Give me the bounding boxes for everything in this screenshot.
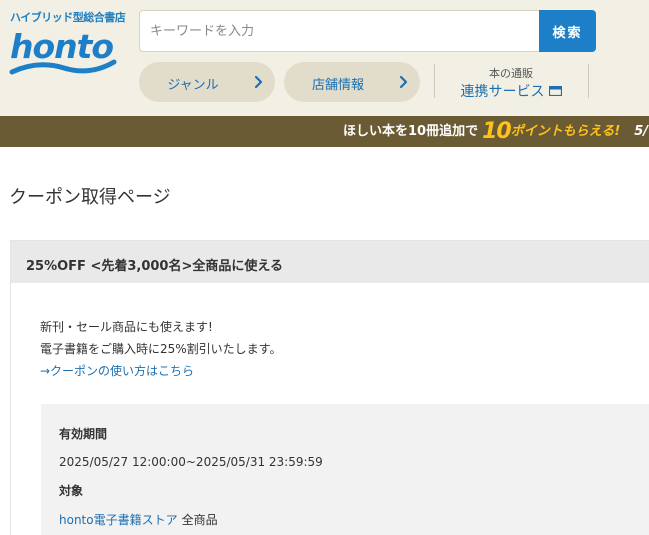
search-button[interactable]: 検索 — [539, 10, 596, 52]
promo-text: ほしい本を10冊追加で 10ポイントもらえる! 5/ — [343, 119, 649, 144]
coupon-title: 25%OFF <先着3,000名>全商品に使える — [26, 259, 283, 274]
coupon-description-line2: 電子書籍をご購入時に25%割引いたします。 — [40, 342, 282, 356]
coupon-howto-link[interactable]: →クーポンの使い方はこちら — [40, 362, 194, 379]
linked-service-caption: 本の通販 — [489, 67, 533, 80]
coupon-header: 25%OFF <先着3,000名>全商品に使える — [11, 241, 649, 283]
logo-text: honto — [10, 27, 113, 66]
linked-service-label: 連携サービス — [460, 84, 545, 100]
coupon-details: 有効期間 2025/05/27 12:00:00~2025/05/31 23:5… — [41, 404, 649, 535]
coupon-description-line1: 新刊・セール商品にも使えます! — [40, 320, 213, 334]
page-title: クーポン取得ページ — [9, 187, 171, 208]
target-scope: 全商品 — [181, 513, 218, 527]
genre-label: ジャンル — [167, 78, 219, 93]
chevron-right-icon — [399, 75, 408, 89]
window-icon — [548, 85, 562, 97]
validity-period-label: 有効期間 — [59, 427, 108, 441]
nav-divider — [434, 64, 435, 98]
search-input[interactable] — [139, 10, 540, 52]
store-info-label: 店舗情報 — [311, 78, 364, 93]
target-value: honto電子書籍ストア 全商品 — [59, 511, 218, 528]
ebook-store-link[interactable]: honto電子書籍ストア — [59, 513, 178, 527]
promo-banner[interactable]: ほしい本を10冊追加で 10ポイントもらえる! 5/ — [0, 116, 649, 147]
genre-menu-button[interactable]: ジャンル — [139, 62, 275, 102]
linked-service-link[interactable]: 連携サービス — [444, 81, 578, 101]
chevron-right-icon — [254, 75, 263, 89]
promo-prefix: ほしい本を10冊追加で — [343, 124, 479, 139]
promo-highlight: ポイントもらえる! — [510, 124, 621, 139]
promo-date: 5/ — [634, 124, 649, 139]
honto-logo[interactable]: honto — [8, 22, 120, 78]
store-info-button[interactable]: 店舗情報 — [284, 62, 420, 102]
target-label: 対象 — [59, 484, 84, 498]
search-bar: 検索 — [139, 10, 597, 52]
promo-big-number: 10 — [482, 119, 512, 144]
coupon-card: 25%OFF <先着3,000名>全商品に使える 新刊・セール商品にも使えます!… — [10, 240, 649, 535]
site-header: ハイブリッド型総合書店 honto 検索 ジャンル 店舗情報 本の通販 連携サー… — [0, 0, 649, 116]
nav-divider — [588, 64, 589, 98]
validity-period-value: 2025/05/27 12:00:00~2025/05/31 23:59:59 — [59, 455, 323, 469]
